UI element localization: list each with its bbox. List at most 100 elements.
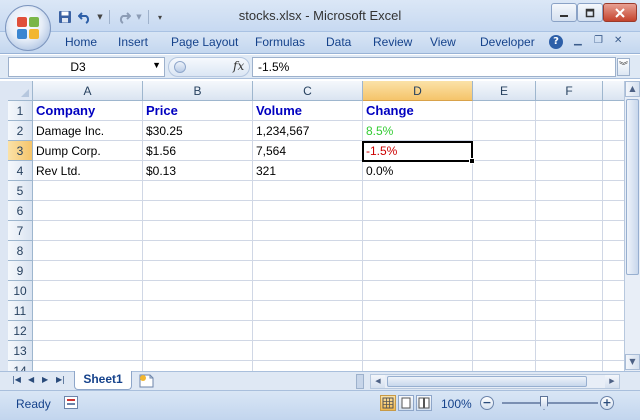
row-header-2[interactable]: 2 [8,121,33,141]
page-layout-view-button[interactable] [398,395,414,411]
cell-b1[interactable]: Price [143,101,253,121]
formula-input[interactable]: -1.5% [252,57,616,77]
minimize-icon [560,14,568,17]
ribbon-close-icon[interactable]: ✕ [614,35,622,46]
zoom-slider-track[interactable] [502,402,598,404]
worksheet-grid[interactable]: A B C D E F 1 2 3 4 5 6 7 8 9 10 11 12 1… [0,81,624,371]
next-sheet-icon[interactable]: ▶ [42,375,48,384]
tab-data[interactable]: Data [326,35,351,49]
select-all-button[interactable] [8,81,33,101]
ribbon-minimize-icon[interactable]: ▁ [574,35,582,46]
grid-line-horizontal [33,340,624,341]
tab-insert[interactable]: Insert [118,35,148,49]
name-box-value: D3 [70,60,86,74]
column-header-c[interactable]: C [253,81,363,101]
scroll-down-icon[interactable]: ▼ [625,354,640,370]
cell-c2[interactable]: 1,234,567 [253,121,363,141]
tab-view[interactable]: View [430,35,456,49]
cell-d4[interactable]: 0.0% [363,161,473,181]
ribbon-restore-icon[interactable]: ❐ [594,35,603,46]
minimize-button[interactable] [551,3,577,22]
normal-view-button[interactable] [380,395,396,411]
close-button[interactable] [603,3,637,22]
horizontal-scrollbar[interactable]: ◀ ▶ [370,374,620,389]
zoom-slider-thumb[interactable] [540,396,548,410]
prev-sheet-icon[interactable]: ◀ [28,375,34,384]
grid-line-horizontal [33,200,624,201]
normal-view-icon [382,397,394,409]
grid-line-vertical [535,101,536,371]
tab-page-layout[interactable]: Page Layout [171,35,238,49]
office-button[interactable] [5,5,51,51]
last-sheet-icon[interactable]: ▶| [56,375,65,384]
zoom-level[interactable]: 100% [441,397,472,411]
tab-formulas[interactable]: Formulas [255,35,305,49]
cell-a1[interactable]: Company [33,101,143,121]
page-layout-view-icon [401,397,411,409]
tab-split-handle[interactable] [356,374,364,389]
row-header-6[interactable]: 6 [8,201,33,221]
expand-formula-bar-icon[interactable]: ︾ [617,58,630,76]
row-header-5[interactable]: 5 [8,181,33,201]
sheet-tab-bar: |◀ ◀ ▶ ▶| Sheet1 ◀ ▶ [0,371,640,390]
scroll-right-icon[interactable]: ▶ [605,375,619,388]
column-header-f[interactable]: F [536,81,603,101]
cell-a4[interactable]: Rev Ltd. [33,161,143,181]
cell-c3[interactable]: 7,564 [253,141,363,161]
insert-worksheet-icon[interactable] [138,374,158,388]
row-header-1[interactable]: 1 [8,101,33,121]
column-header-e[interactable]: E [473,81,536,101]
column-header-a[interactable]: A [33,81,143,101]
row-header-10[interactable]: 10 [8,281,33,301]
zoom-in-button[interactable]: + [600,396,614,410]
cell-c4[interactable]: 321 [253,161,363,181]
status-mode: Ready [16,397,51,411]
grid-line-horizontal [33,220,624,221]
cell-b3[interactable]: $1.56 [143,141,253,161]
row-header-13[interactable]: 13 [8,341,33,361]
office-logo-icon [17,17,39,39]
row-header-4[interactable]: 4 [8,161,33,181]
horizontal-scroll-thumb[interactable] [387,376,587,387]
tab-home[interactable]: Home [65,35,97,49]
row-header-7[interactable]: 7 [8,221,33,241]
vertical-scrollbar[interactable]: ▲ ▼ [624,81,640,371]
vertical-scroll-thumb[interactable] [626,99,639,275]
column-header-g[interactable] [603,81,624,101]
status-bar: Ready 100% − + [0,390,640,420]
sheet-tab-sheet1[interactable]: Sheet1 [74,371,132,390]
zoom-out-button[interactable]: − [480,396,494,410]
row-header-12[interactable]: 12 [8,321,33,341]
scroll-up-icon[interactable]: ▲ [625,81,640,97]
grid-line-horizontal [33,320,624,321]
column-header-b[interactable]: B [143,81,253,101]
row-header-8[interactable]: 8 [8,241,33,261]
cell-a2[interactable]: Damage Inc. [33,121,143,141]
macro-record-icon[interactable] [64,396,78,409]
insert-function-icon[interactable]: fx [233,59,244,73]
row-header-11[interactable]: 11 [8,301,33,321]
row-header-14[interactable]: 14 [8,361,33,371]
cell-d1[interactable]: Change [363,101,473,121]
cell-d2[interactable]: 8.5% [363,121,473,141]
ribbon-tabs: Home Insert Page Layout Formulas Data Re… [0,32,640,54]
row-header-9[interactable]: 9 [8,261,33,281]
first-sheet-icon[interactable]: |◀ [12,375,21,384]
name-box[interactable]: D3 ▼ [8,57,165,77]
fill-handle[interactable] [469,158,475,164]
formula-bar-resize-handle[interactable] [174,61,186,73]
cell-c1[interactable]: Volume [253,101,363,121]
cell-b4[interactable]: $0.13 [143,161,253,181]
page-break-view-button[interactable] [416,395,432,411]
column-header-d[interactable]: D [363,81,473,101]
row-header-3[interactable]: 3 [8,141,33,161]
tab-review[interactable]: Review [373,35,412,49]
cell-b2[interactable]: $30.25 [143,121,253,141]
restore-icon [585,8,595,17]
cell-a3[interactable]: Dump Corp. [33,141,143,161]
restore-button[interactable] [577,3,603,22]
scroll-left-icon[interactable]: ◀ [371,375,385,388]
name-box-dropdown-icon[interactable]: ▼ [152,60,161,70]
help-icon[interactable]: ? [549,35,563,49]
tab-developer[interactable]: Developer [480,35,535,49]
